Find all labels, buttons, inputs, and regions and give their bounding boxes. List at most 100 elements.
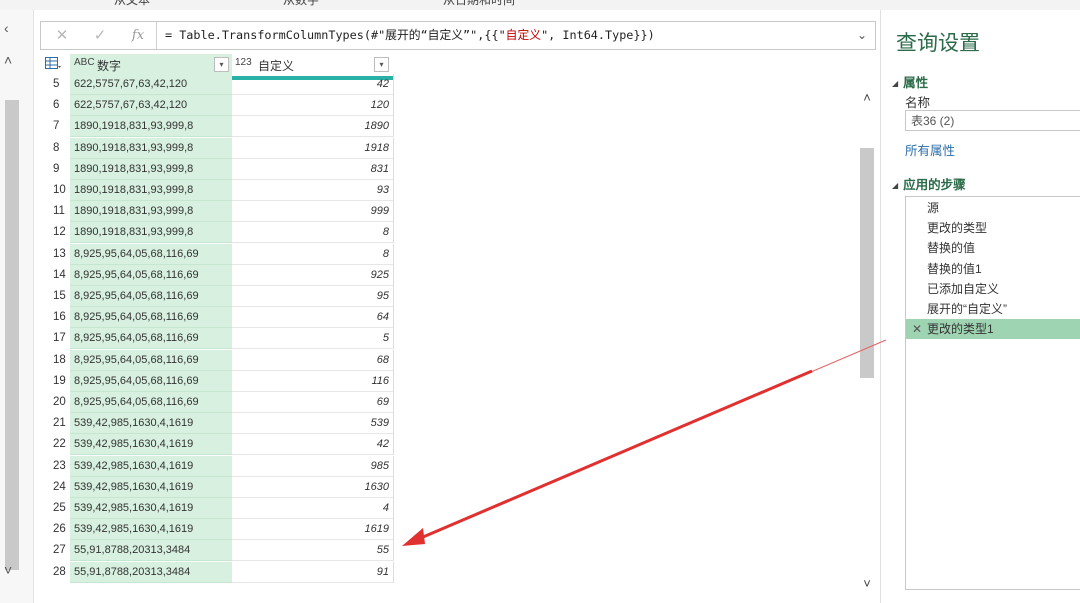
queries-scrollbar-thumb[interactable] xyxy=(5,100,19,570)
applied-step[interactable]: 替换的值 xyxy=(906,238,1080,258)
cell-shuzi[interactable]: 8,925,95,64,05,68,116,69 xyxy=(70,349,232,371)
applied-step[interactable]: ✕ 更改的类型1 xyxy=(906,319,1080,340)
collapse-chevron-left-icon[interactable]: ‹ xyxy=(4,20,9,36)
table-row[interactable]: 16 8,925,95,64,05,68,116,69 64 xyxy=(40,307,395,329)
collapse-triangle-icon[interactable]: ◢ xyxy=(892,79,898,88)
table-row[interactable]: 24 539,42,985,1630,4,1619 1630 xyxy=(40,476,395,498)
query-name-input[interactable]: 表36 (2) xyxy=(905,110,1080,131)
applied-step[interactable]: 已添加自定义 xyxy=(906,279,1080,299)
cell-zidingyi[interactable]: 55 xyxy=(232,540,394,562)
column-filter-dropdown-icon[interactable]: ▾ xyxy=(374,57,389,72)
preview-vertical-scrollbar[interactable]: ˄ ˅ xyxy=(857,90,877,600)
cell-shuzi[interactable]: 1890,1918,831,93,999,8 xyxy=(70,158,232,180)
cell-zidingyi[interactable]: 4 xyxy=(232,498,394,519)
cell-zidingyi[interactable]: 8 xyxy=(232,243,394,265)
cell-zidingyi[interactable]: 91 xyxy=(232,561,394,583)
formula-expand-chevron-icon[interactable]: ⌄ xyxy=(849,22,875,49)
ribbon-tab-from-datetime[interactable]: 从日期和时间 xyxy=(443,0,515,8)
table-row[interactable]: 7 1890,1918,831,93,999,8 1890 xyxy=(40,116,395,138)
cell-shuzi[interactable]: 1890,1918,831,93,999,8 xyxy=(70,201,232,223)
cell-shuzi[interactable]: 8,925,95,64,05,68,116,69 xyxy=(70,328,232,350)
table-row[interactable]: 21 539,42,985,1630,4,1619 539 xyxy=(40,413,395,435)
cell-zidingyi[interactable]: 985 xyxy=(232,455,394,477)
cell-shuzi[interactable]: 8,925,95,64,05,68,116,69 xyxy=(70,370,232,392)
table-row[interactable]: 23 539,42,985,1630,4,1619 985 xyxy=(40,455,395,477)
scroll-down-icon[interactable]: ˅ xyxy=(4,562,12,578)
cell-zidingyi[interactable]: 68 xyxy=(232,349,394,371)
ribbon-tab-from-text[interactable]: 从文本 xyxy=(114,0,150,8)
table-row[interactable]: 18 8,925,95,64,05,68,116,69 68 xyxy=(40,349,395,371)
delete-step-icon[interactable]: ✕ xyxy=(912,319,922,339)
table-row[interactable]: 19 8,925,95,64,05,68,116,69 116 xyxy=(40,370,395,392)
applied-steps-section-header[interactable]: ◢ 应用的步骤 xyxy=(892,174,966,193)
cell-shuzi[interactable]: 539,42,985,1630,4,1619 xyxy=(70,413,232,435)
all-properties-link[interactable]: 所有属性 xyxy=(905,140,955,159)
properties-section-header[interactable]: ◢ 属性 xyxy=(892,72,928,91)
cell-zidingyi[interactable]: 1890 xyxy=(232,116,394,138)
table-row[interactable]: 27 55,91,8788,20313,3484 55 xyxy=(40,540,395,562)
table-row[interactable]: 14 8,925,95,64,05,68,116,69 925 xyxy=(40,264,395,286)
cell-zidingyi[interactable]: 8 xyxy=(232,222,394,244)
table-row[interactable]: 8 1890,1918,831,93,999,8 1918 xyxy=(40,137,395,159)
cell-shuzi[interactable]: 8,925,95,64,05,68,116,69 xyxy=(70,392,232,413)
table-row[interactable]: 10 1890,1918,831,93,999,8 93 xyxy=(40,180,395,201)
table-row[interactable]: 5 622,5757,67,63,42,120 42 xyxy=(40,74,395,95)
cell-shuzi[interactable]: 1890,1918,831,93,999,8 xyxy=(70,180,232,201)
cell-zidingyi[interactable]: 539 xyxy=(232,413,394,435)
cell-shuzi[interactable]: 8,925,95,64,05,68,116,69 xyxy=(70,243,232,265)
column-filter-dropdown-icon[interactable]: ▾ xyxy=(214,57,229,72)
table-icon[interactable] xyxy=(45,57,61,70)
ribbon-tab-from-number[interactable]: 从数字 xyxy=(283,0,319,8)
cell-shuzi[interactable]: 539,42,985,1630,4,1619 xyxy=(70,455,232,477)
table-row[interactable]: 11 1890,1918,831,93,999,8 999 xyxy=(40,201,395,223)
cell-zidingyi[interactable]: 1619 xyxy=(232,519,394,541)
collapse-triangle-icon[interactable]: ◢ xyxy=(892,181,898,190)
table-row[interactable]: 25 539,42,985,1630,4,1619 4 xyxy=(40,498,395,519)
table-row[interactable]: 22 539,42,985,1630,4,1619 42 xyxy=(40,434,395,456)
scrollbar-thumb[interactable] xyxy=(860,148,874,378)
cell-shuzi[interactable]: 539,42,985,1630,4,1619 xyxy=(70,476,232,498)
cell-shuzi[interactable]: 1890,1918,831,93,999,8 xyxy=(70,137,232,159)
table-menu-corner[interactable] xyxy=(40,54,70,76)
applied-step[interactable]: 更改的类型 xyxy=(906,218,1080,238)
cell-shuzi[interactable]: 622,5757,67,63,42,120 xyxy=(70,95,232,117)
scroll-up-icon[interactable]: ˄ xyxy=(4,52,12,68)
formula-text[interactable]: = Table.TransformColumnTypes(#"展开的“自定义”"… xyxy=(165,22,655,49)
cell-zidingyi[interactable]: 5 xyxy=(232,328,394,350)
cell-zidingyi[interactable]: 120 xyxy=(232,95,394,117)
cell-shuzi[interactable]: 539,42,985,1630,4,1619 xyxy=(70,434,232,456)
cell-zidingyi[interactable]: 831 xyxy=(232,158,394,180)
applied-step[interactable]: 替换的值1 xyxy=(906,259,1080,279)
table-row[interactable]: 9 1890,1918,831,93,999,8 831 xyxy=(40,158,395,180)
table-row[interactable]: 20 8,925,95,64,05,68,116,69 69 xyxy=(40,392,395,413)
applied-step[interactable]: 展开的“自定义” xyxy=(906,299,1080,319)
text-type-icon[interactable]: ABC xyxy=(74,57,95,68)
cell-shuzi[interactable]: 8,925,95,64,05,68,116,69 xyxy=(70,307,232,329)
cell-zidingyi[interactable]: 1918 xyxy=(232,137,394,159)
applied-step[interactable]: 源 xyxy=(906,198,1080,218)
scroll-down-icon[interactable]: ˅ xyxy=(859,576,875,591)
number-type-icon[interactable]: 123 xyxy=(235,57,252,68)
cell-zidingyi[interactable]: 95 xyxy=(232,286,394,307)
cell-zidingyi[interactable]: 42 xyxy=(232,434,394,456)
cell-shuzi[interactable]: 1890,1918,831,93,999,8 xyxy=(70,116,232,138)
cell-shuzi[interactable]: 55,91,8788,20313,3484 xyxy=(70,561,232,583)
table-row[interactable]: 28 55,91,8788,20313,3484 91 xyxy=(40,561,395,583)
fx-icon[interactable]: fx xyxy=(120,22,157,49)
cell-shuzi[interactable]: 55,91,8788,20313,3484 xyxy=(70,540,232,562)
cell-shuzi[interactable]: 8,925,95,64,05,68,116,69 xyxy=(70,286,232,307)
cell-zidingyi[interactable]: 93 xyxy=(232,180,394,201)
cell-shuzi[interactable]: 1890,1918,831,93,999,8 xyxy=(70,222,232,244)
table-row[interactable]: 15 8,925,95,64,05,68,116,69 95 xyxy=(40,286,395,307)
table-row[interactable]: 17 8,925,95,64,05,68,116,69 5 xyxy=(40,328,395,350)
cell-zidingyi[interactable]: 999 xyxy=(232,201,394,223)
cell-zidingyi[interactable]: 925 xyxy=(232,264,394,286)
table-row[interactable]: 26 539,42,985,1630,4,1619 1619 xyxy=(40,519,395,541)
cell-zidingyi[interactable]: 1630 xyxy=(232,476,394,498)
scroll-up-icon[interactable]: ˄ xyxy=(859,90,875,105)
cancel-formula-icon[interactable]: ✕ xyxy=(44,22,80,49)
cell-shuzi[interactable]: 622,5757,67,63,42,120 xyxy=(70,74,232,95)
cell-zidingyi[interactable]: 116 xyxy=(232,370,394,392)
cell-shuzi[interactable]: 539,42,985,1630,4,1619 xyxy=(70,498,232,519)
table-row[interactable]: 13 8,925,95,64,05,68,116,69 8 xyxy=(40,243,395,265)
